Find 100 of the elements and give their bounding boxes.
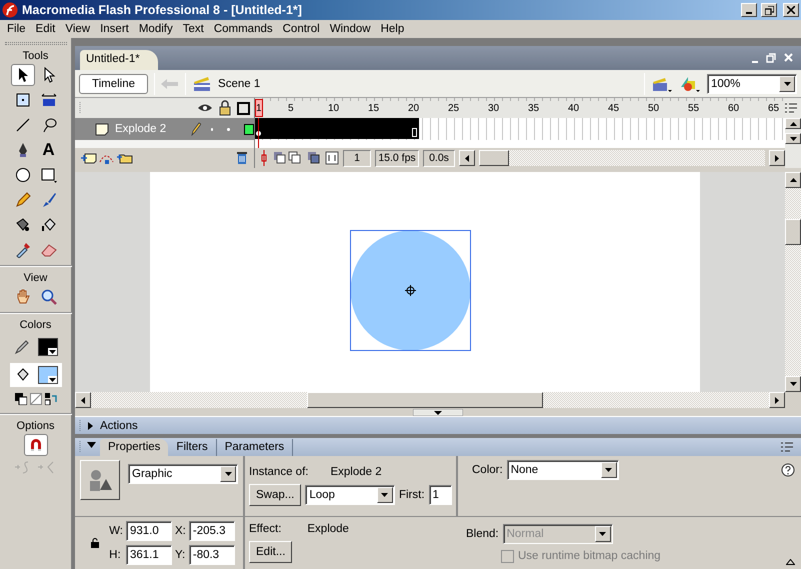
ink-bottle-icon <box>14 217 30 233</box>
scroll-up-button[interactable] <box>785 118 801 129</box>
menu-item[interactable]: Edit <box>30 23 60 35</box>
expand-triangle-icon <box>786 559 795 565</box>
restore-button[interactable] <box>761 3 777 17</box>
paint-bucket-icon <box>40 217 56 233</box>
grip-icon <box>79 420 82 432</box>
timeline-button[interactable]: Timeline <box>79 74 148 94</box>
scroll-left-button[interactable] <box>459 150 475 166</box>
no-color-icon <box>30 393 42 405</box>
color-swatch[interactable] <box>38 338 58 356</box>
menu-item[interactable]: Modify <box>134 23 178 35</box>
onion-outline-icon <box>307 151 321 165</box>
y-field[interactable]: -80.3 <box>188 545 235 565</box>
snap-button[interactable] <box>24 434 48 456</box>
default-colors-icon <box>14 393 26 405</box>
scrollbar[interactable] <box>785 118 801 168</box>
transform-icon <box>14 92 30 108</box>
symbol-button[interactable] <box>80 460 120 500</box>
layer-color[interactable] <box>244 124 254 134</box>
circle-drawing[interactable] <box>350 230 471 351</box>
height-field[interactable]: 361.1 <box>126 545 172 565</box>
menu-icon <box>785 103 797 113</box>
frame-number: 20 <box>408 102 420 114</box>
color-swatch[interactable] <box>38 366 58 384</box>
panel-tab[interactable]: Properties <box>100 439 168 456</box>
scrollbar[interactable] <box>91 392 769 408</box>
brush-icon <box>40 192 56 208</box>
magnifier-icon <box>40 289 56 305</box>
text-tool-button[interactable]: A <box>36 139 60 161</box>
edit-markers-icon <box>325 151 339 165</box>
actions-panel-header[interactable]: Actions <box>75 416 801 434</box>
color-row[interactable] <box>10 363 62 387</box>
minimize-icon <box>746 12 752 14</box>
close-icon <box>787 6 795 14</box>
visibility-dot[interactable] <box>210 128 214 130</box>
symbol-type-select[interactable]: Graphic <box>128 464 238 484</box>
caret-icon <box>605 468 612 472</box>
frame-number: 10 <box>328 102 340 114</box>
scroll-thumb[interactable] <box>479 150 509 166</box>
width-field[interactable]: 931.0 <box>126 521 172 541</box>
menu-icon <box>781 442 793 452</box>
field-label: Instance of: <box>249 466 308 478</box>
add-folder-icon <box>117 152 133 164</box>
menu-item[interactable]: Commands <box>208 23 278 35</box>
field-label: Color: <box>472 464 503 476</box>
x-field[interactable]: -205.3 <box>188 521 235 541</box>
zoom-select[interactable]: 100% <box>707 74 797 94</box>
close-button[interactable] <box>783 3 799 17</box>
close-icon <box>784 53 793 62</box>
caret-icon <box>48 378 56 382</box>
first-frame-field[interactable]: 1 <box>428 485 452 505</box>
edit-symbol-icon <box>679 74 701 92</box>
back-arrow-icon <box>161 78 180 90</box>
field-label: W: <box>109 525 123 537</box>
field-label: Blend: <box>466 528 499 540</box>
frame-number: 50 <box>648 102 660 114</box>
timeline-menu-button[interactable] <box>785 98 801 118</box>
eraser-icon <box>40 242 56 258</box>
layer-name: Explode 2 <box>115 123 168 135</box>
loop-select[interactable]: Loop <box>305 485 395 505</box>
scroll-thumb[interactable] <box>307 392 543 408</box>
expand-icon <box>87 422 95 430</box>
scroll-thumb[interactable] <box>785 218 801 245</box>
menu-item[interactable]: Control <box>278 23 325 35</box>
menu-item[interactable]: View <box>60 23 96 35</box>
tool-button[interactable] <box>10 64 34 86</box>
eyedropper-icon <box>14 242 30 258</box>
caret-icon <box>224 472 232 476</box>
help-icon <box>781 463 795 477</box>
playhead[interactable] <box>255 99 263 117</box>
rectangle-icon <box>40 167 56 183</box>
menu-item[interactable]: File <box>2 23 31 35</box>
menu-item[interactable]: Text <box>178 23 209 35</box>
section-title: View <box>24 272 48 284</box>
menu-item[interactable]: Insert <box>95 23 134 35</box>
menu-item[interactable]: Window <box>324 23 376 35</box>
scroll-down-button[interactable] <box>785 133 801 144</box>
scroll-up-button[interactable] <box>785 172 801 188</box>
lock-dot[interactable] <box>227 128 230 130</box>
scrollbar[interactable] <box>479 150 765 166</box>
outline-icon <box>237 102 250 114</box>
up-arrow-icon <box>790 178 796 182</box>
app-logo-icon <box>2 2 18 18</box>
color-select[interactable]: None <box>506 460 619 480</box>
document-tab[interactable]: Untitled-1* <box>80 50 158 70</box>
scroll-left-button[interactable] <box>75 392 91 408</box>
scroll-right-button[interactable] <box>769 150 785 166</box>
menu-item[interactable]: Help <box>376 23 410 35</box>
scroll-down-button[interactable] <box>785 376 801 392</box>
edit-button[interactable]: Edit... <box>249 541 292 563</box>
frame-strip[interactable] <box>255 118 785 140</box>
scrollbar[interactable] <box>785 172 801 392</box>
grip-icon <box>79 441 82 453</box>
swap-button[interactable]: Swap... <box>249 484 302 506</box>
down-arrow-icon <box>790 382 796 386</box>
frame-rate: 15.0 fps <box>375 150 419 166</box>
effect-name: Explode <box>307 523 349 535</box>
minimize-button[interactable] <box>741 3 757 17</box>
scroll-right-button[interactable] <box>769 392 785 408</box>
